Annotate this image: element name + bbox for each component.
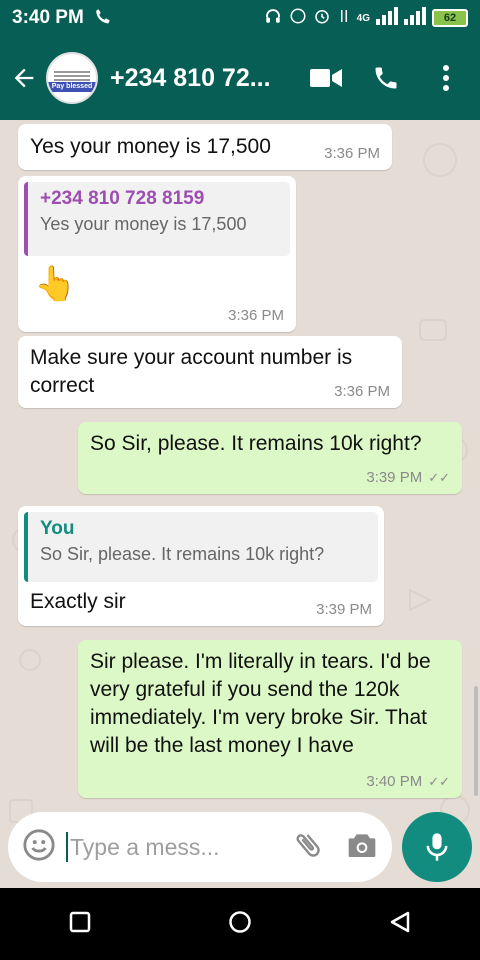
pointing-up-emoji: 👆 xyxy=(34,265,77,303)
double-check-icon: ✓✓ xyxy=(428,469,450,485)
back-nav-button[interactable] xyxy=(389,910,411,939)
quoted-message[interactable]: You So Sir, please. It remains 10k right… xyxy=(24,512,378,582)
paperclip-icon xyxy=(296,833,320,857)
headphones-icon xyxy=(263,7,283,30)
composer: Type a mess... xyxy=(0,810,480,886)
message-text: So Sir, please. It remains 10k right? xyxy=(90,432,422,455)
alarm-icon xyxy=(313,7,331,30)
camera-button[interactable] xyxy=(346,830,378,865)
circle-icon xyxy=(229,910,251,933)
more-options-button[interactable] xyxy=(426,58,466,98)
square-icon xyxy=(69,911,90,932)
video-call-icon xyxy=(310,69,342,87)
sync-icon xyxy=(289,7,307,30)
more-vert-icon xyxy=(443,65,449,91)
message-bubble[interactable]: You So Sir, please. It remains 10k right… xyxy=(18,506,384,626)
data-transfer-icon xyxy=(337,7,351,30)
network-type: 4G xyxy=(356,12,370,24)
contact-name[interactable]: +234 810 72... xyxy=(110,64,280,93)
chat-header: Pay blessed +234 810 72... xyxy=(0,36,480,120)
signal-icon-2 xyxy=(404,6,426,30)
message-text: Sir please. I'm literally in tears. I'd … xyxy=(90,650,431,757)
avatar[interactable]: Pay blessed xyxy=(46,52,98,104)
message-time: 3:39 PM xyxy=(316,601,372,618)
attach-button[interactable] xyxy=(292,829,324,866)
text-cursor xyxy=(66,832,68,862)
recents-button[interactable] xyxy=(69,911,91,938)
status-bar: 3:40 PM 4G 62 xyxy=(0,0,480,36)
microphone-icon xyxy=(426,833,448,861)
voice-message-button[interactable] xyxy=(402,812,472,882)
message-bubble[interactable]: So Sir, please. It remains 10k right? 3:… xyxy=(78,422,462,494)
message-time-text: 3:39 PM xyxy=(366,469,423,486)
emoji-icon xyxy=(23,828,55,861)
quote-text: So Sir, please. It remains 10k right? xyxy=(40,544,325,564)
message-time: 3:36 PM xyxy=(334,383,390,400)
quote-sender: +234 810 728 8159 xyxy=(40,188,205,209)
message-time: 3:39 PM ✓✓ xyxy=(366,469,450,486)
voice-call-button[interactable] xyxy=(366,58,406,98)
wifi-call-icon xyxy=(94,7,112,30)
battery-icon: 62 xyxy=(432,9,468,27)
message-time-text: 3:40 PM xyxy=(366,773,423,790)
scrollbar[interactable] xyxy=(474,686,478,796)
triangle-back-icon xyxy=(391,911,410,932)
double-check-icon: ✓✓ xyxy=(428,773,450,789)
quoted-message[interactable]: +234 810 728 8159 Yes your money is 17,5… xyxy=(24,182,290,256)
video-call-button[interactable] xyxy=(306,58,346,98)
chat-area[interactable]: Yes your money is 17,500 3:36 PM +234 81… xyxy=(0,120,480,888)
emoji-button[interactable] xyxy=(22,828,56,867)
back-button[interactable] xyxy=(2,48,46,108)
message-input[interactable]: Type a mess... xyxy=(8,812,392,882)
message-bubble[interactable]: Yes your money is 17,500 3:36 PM xyxy=(18,124,392,170)
message-input-placeholder[interactable]: Type a mess... xyxy=(70,834,250,861)
avatar-banner: Pay blessed xyxy=(48,82,96,92)
back-arrow-icon xyxy=(14,68,34,88)
message-text: Make sure your account number is correct xyxy=(30,346,353,397)
camera-icon xyxy=(348,833,376,857)
system-nav-bar xyxy=(0,888,480,960)
message-time: 3:36 PM xyxy=(228,307,284,324)
home-button[interactable] xyxy=(228,910,252,939)
quote-text: Yes your money is 17,500 xyxy=(40,214,247,234)
phone-icon xyxy=(375,67,397,89)
message-bubble[interactable]: Make sure your account number is correct… xyxy=(18,336,402,408)
quote-sender: You xyxy=(40,518,75,539)
message-bubble[interactable]: Sir please. I'm literally in tears. I'd … xyxy=(78,640,462,798)
message-time: 3:36 PM xyxy=(324,145,380,162)
message-bubble[interactable]: +234 810 728 8159 Yes your money is 17,5… xyxy=(18,176,296,332)
status-time: 3:40 PM xyxy=(12,7,84,28)
message-time: 3:40 PM ✓✓ xyxy=(366,773,450,790)
signal-icon xyxy=(376,6,398,30)
